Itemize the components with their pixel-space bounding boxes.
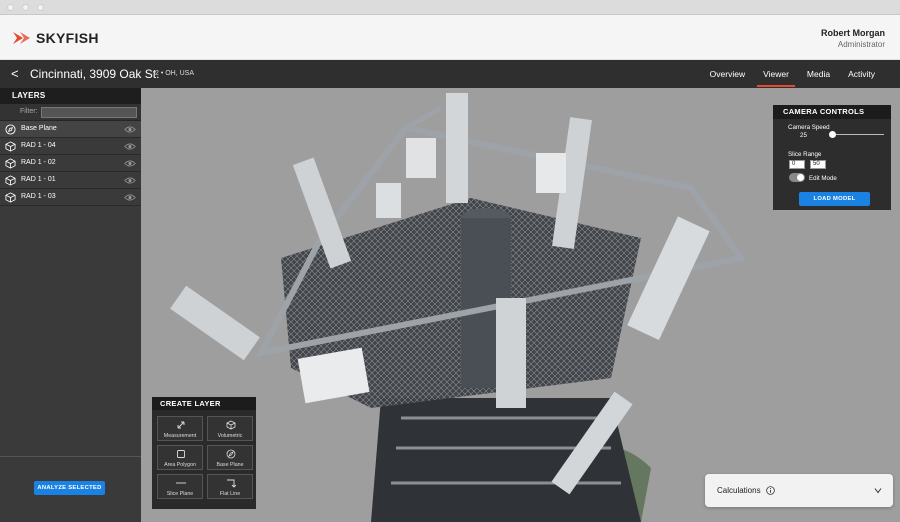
compass-icon xyxy=(226,449,236,459)
eye-icon[interactable] xyxy=(124,193,136,202)
layer-item-rad-1-02[interactable]: RAD 1 - 02 xyxy=(0,155,141,172)
cube-icon xyxy=(5,141,16,152)
edit-mode-label: Edit Mode xyxy=(809,175,837,182)
camera-speed-label: Camera Speed xyxy=(788,124,830,131)
tool-label: Measurement xyxy=(163,433,197,439)
cube-icon xyxy=(5,158,16,169)
skyfish-logo-icon xyxy=(13,32,30,44)
layer-item-rad-1-01[interactable]: RAD 1 - 01 xyxy=(0,172,141,189)
tab-media[interactable]: Media xyxy=(798,60,839,88)
chevron-down-icon[interactable] xyxy=(874,487,882,494)
window-close-dot[interactable] xyxy=(7,4,14,11)
tool-volumetric[interactable]: Volumetric xyxy=(207,416,253,441)
location-subtitle: 2 • OH, USA xyxy=(155,70,195,77)
tool-area-polygon[interactable]: Area Polygon xyxy=(157,445,203,470)
edit-mode-toggle-knob xyxy=(797,174,804,181)
back-button[interactable]: < xyxy=(11,66,19,81)
layer-item-base-plane[interactable]: Base Plane xyxy=(0,121,141,138)
layer-item-rad-1-04[interactable]: RAD 1 - 04 xyxy=(0,138,141,155)
tab-bar: Overview Viewer Media Activity xyxy=(701,60,884,88)
slice-range-max-input[interactable]: 50 xyxy=(810,160,826,169)
app-header: SKYFISH Robert Morgan Administrator xyxy=(0,15,900,60)
tab-overview[interactable]: Overview xyxy=(701,60,754,88)
camera-controls-header: CAMERA CONTROLS xyxy=(773,105,891,119)
layer-item-rad-1-03[interactable]: RAD 1 - 03 xyxy=(0,189,141,206)
brand-name: SKYFISH xyxy=(36,30,99,46)
eye-icon[interactable] xyxy=(124,125,136,134)
eye-icon[interactable] xyxy=(124,159,136,168)
user-info[interactable]: Robert Morgan Administrator xyxy=(821,28,885,49)
tool-slice-plane[interactable]: Slice Plane xyxy=(157,474,203,499)
cube-icon xyxy=(5,175,16,186)
tool-label: Slice Plane xyxy=(166,491,194,497)
filter-input[interactable] xyxy=(41,107,137,118)
filter-row: Filter: xyxy=(0,104,141,121)
window-zoom-dot[interactable] xyxy=(37,4,44,11)
eye-icon[interactable] xyxy=(124,176,136,185)
layers-header: LAYERS xyxy=(0,88,141,104)
load-model-button[interactable]: LOAD MODEL xyxy=(799,192,870,206)
cube-icon xyxy=(5,192,16,203)
tab-viewer[interactable]: Viewer xyxy=(754,60,798,88)
cube-icon xyxy=(226,420,236,430)
window-chrome xyxy=(0,0,900,15)
camera-speed-slider[interactable] xyxy=(830,134,884,135)
line-icon xyxy=(176,482,186,484)
tool-label: Flat Line xyxy=(219,491,241,497)
layer-label: RAD 1 - 02 xyxy=(21,159,56,166)
eye-icon[interactable] xyxy=(124,142,136,151)
tool-base-plane[interactable]: Base Plane xyxy=(207,445,253,470)
slice-range-min-input[interactable]: 0 xyxy=(789,160,805,169)
tool-label: Volumetric xyxy=(217,433,243,439)
info-icon[interactable] xyxy=(766,486,775,495)
filter-label: Filter: xyxy=(20,108,38,115)
location-bar: < Cincinnati, 3909 Oak St. 2 • OH, USA O… xyxy=(0,60,900,88)
calculations-panel[interactable]: Calculations xyxy=(705,474,893,507)
square-icon xyxy=(177,450,185,458)
user-role: Administrator xyxy=(837,40,885,49)
tool-label: Area Polygon xyxy=(164,462,196,468)
create-layer-header: CREATE LAYER xyxy=(152,397,256,410)
tool-measurement[interactable]: Measurement xyxy=(157,416,203,441)
window-minimize-dot[interactable] xyxy=(22,4,29,11)
tool-label: Base Plane xyxy=(216,462,244,468)
layer-label: RAD 1 - 01 xyxy=(21,176,56,183)
layer-label: RAD 1 - 03 xyxy=(21,193,56,200)
camera-speed-value: 25 xyxy=(800,132,807,139)
location-title: Cincinnati, 3909 Oak St. xyxy=(30,67,160,81)
compass-icon xyxy=(5,124,16,135)
layer-label: RAD 1 - 04 xyxy=(21,142,56,149)
measure-arrow-icon xyxy=(177,421,185,429)
tab-activity[interactable]: Activity xyxy=(839,60,884,88)
tool-flat-line[interactable]: Flat Line xyxy=(207,474,253,499)
analyze-selected-button[interactable]: ANALYZE SELECTED xyxy=(34,481,105,495)
user-name: Robert Morgan xyxy=(821,28,885,38)
sidebar-divider xyxy=(0,456,141,457)
slice-range-label: Slice Range xyxy=(788,151,822,158)
calculations-label: Calculations xyxy=(717,486,761,495)
layer-label: Base Plane xyxy=(21,125,57,132)
layers-sidebar: LAYERS Filter: Base Plane RAD 1 - 04 RAD… xyxy=(0,88,141,522)
brand-logo[interactable]: SKYFISH xyxy=(12,29,99,47)
camera-speed-slider-handle[interactable] xyxy=(829,131,836,138)
corner-arrow-icon xyxy=(227,479,236,488)
